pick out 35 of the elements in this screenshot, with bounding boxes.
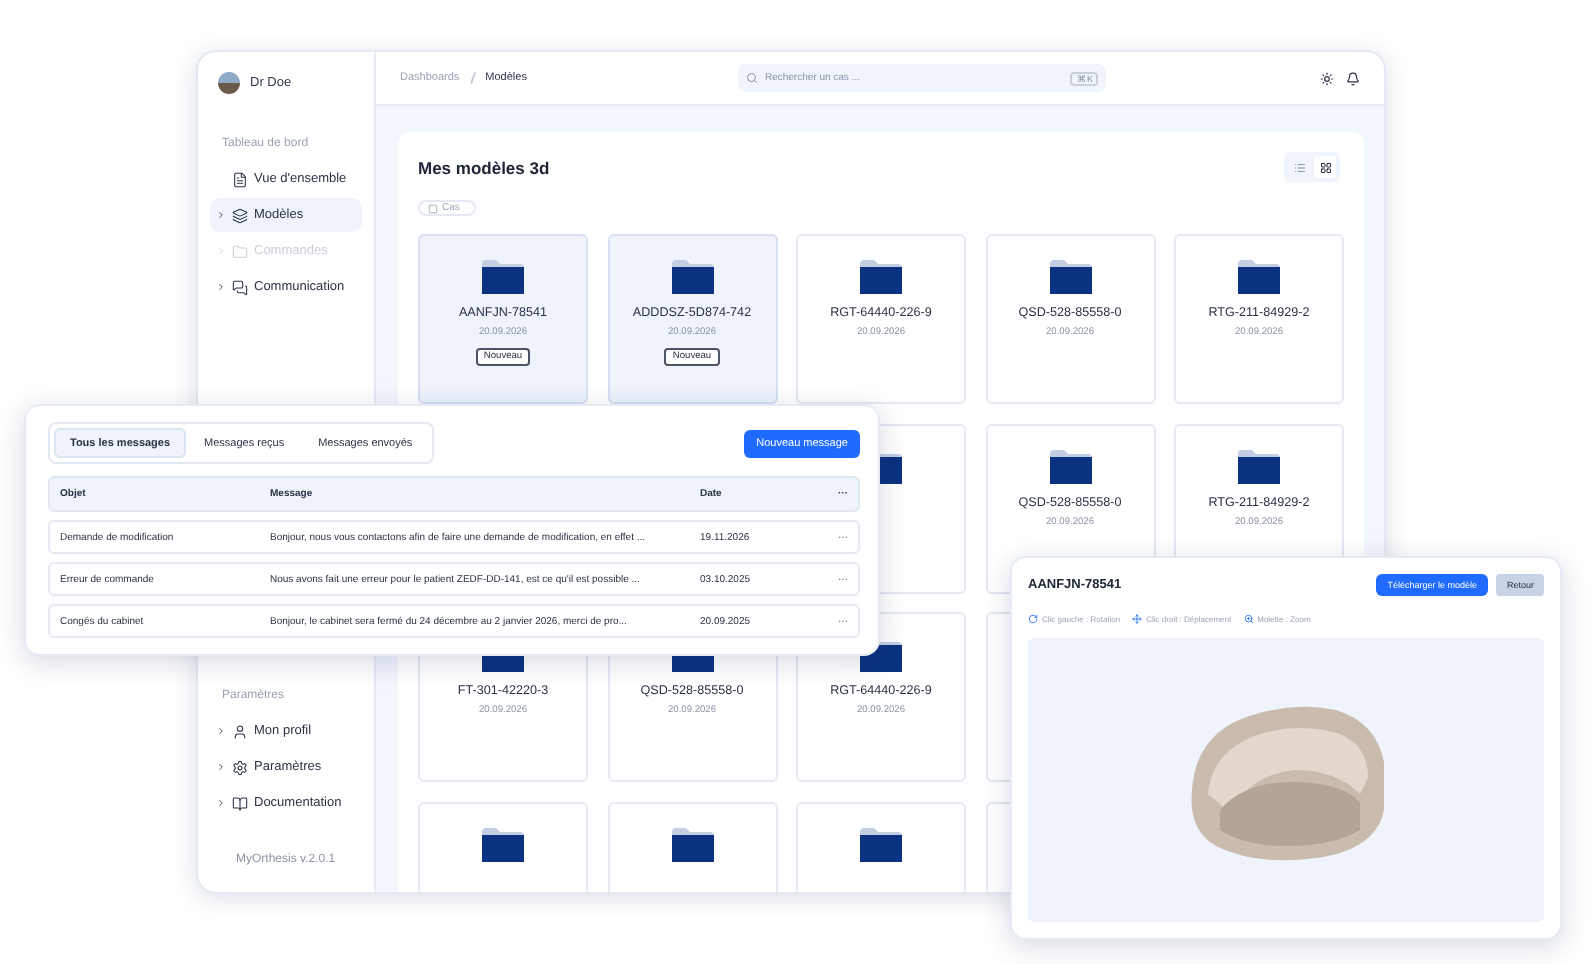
folder-icon [232, 243, 248, 259]
document-icon [232, 171, 248, 187]
folder-icon [860, 260, 902, 294]
search-icon [746, 72, 759, 84]
avatar [218, 71, 240, 93]
folder-icon [1049, 449, 1091, 483]
folder-icon [1238, 260, 1280, 294]
folder-icon [482, 827, 524, 861]
sun-icon[interactable] [1320, 71, 1334, 85]
chevron-icon [216, 210, 226, 220]
chevron-icon [216, 762, 226, 772]
layers-icon [232, 207, 248, 223]
book-icon [232, 795, 248, 811]
chevron-icon [216, 282, 226, 292]
folder-icon [482, 260, 524, 294]
folder-icon [1049, 260, 1091, 294]
grid-icon [1319, 161, 1331, 173]
chevron-icon [216, 798, 226, 808]
settings-icon [232, 759, 248, 775]
rotate-icon [1028, 614, 1038, 624]
folder-icon [860, 827, 902, 861]
list-icon [1293, 161, 1305, 173]
chat-bubbles-icon [232, 279, 248, 295]
user-icon [232, 723, 248, 739]
notification-bell-icon[interactable] [1346, 71, 1360, 85]
checkbox-icon [428, 203, 438, 213]
folder-icon [1238, 449, 1280, 483]
folder-icon [671, 827, 713, 861]
chevron-icon [216, 246, 226, 256]
chevron-icon [216, 726, 226, 736]
move-arrows-icon [1132, 614, 1143, 624]
grid-view-button[interactable] [1314, 156, 1336, 178]
page-title: Mes modèles 3d [418, 157, 550, 177]
folder-icon [671, 260, 713, 294]
zoom-in-icon [1243, 614, 1254, 624]
